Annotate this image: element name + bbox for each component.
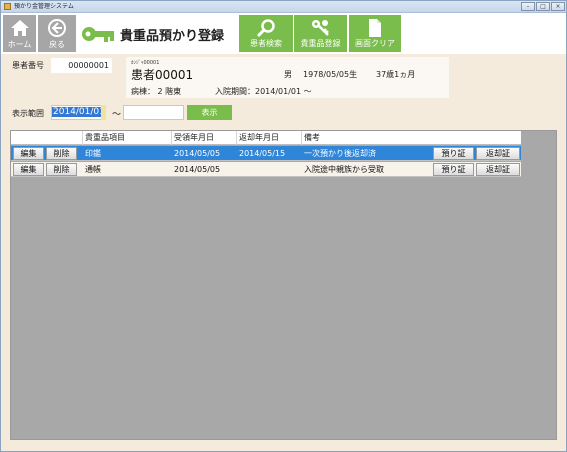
note-cell: 一次預かり後返却済 [304,149,376,158]
back-label: 戻る [49,40,65,49]
received-date-cell: 2014/05/05 [174,149,221,158]
range-separator: ～ [112,110,122,120]
home-button[interactable]: ホーム [3,15,36,52]
returned-date-cell [237,162,302,177]
maximize-button[interactable]: □ [536,2,550,11]
item-cell: 通帳 [85,165,101,174]
receipt-button[interactable]: 預り証 [433,163,474,176]
table-row[interactable]: 編集 削除 通帳 2014/05/05 入院途中親族から受取 預り証 返却証 [11,162,521,177]
date-picker-toggle[interactable] [101,105,106,120]
patient-search-label: 患者検索 [250,39,282,48]
patient-gender: 男 [284,70,292,79]
back-button[interactable]: 戻る [38,15,76,52]
screen-clear-label: 画面クリア [355,39,395,48]
back-arrow-icon [48,19,66,37]
search-icon [256,19,275,38]
header-returned-date: 返却年月日 [237,131,302,145]
patient-id-label: 患者番号 [12,61,44,70]
date-from-value: 2014/01/01 [52,107,106,117]
edit-button[interactable]: 編集 [13,163,44,176]
valuables-register-label: 貴重品登録 [300,39,341,48]
patient-id-field[interactable]: 00000001 [51,58,112,73]
header-note: 備考 [304,133,320,142]
keys-icon [311,20,329,36]
document-icon [369,19,381,37]
edit-button[interactable]: 編集 [13,147,44,160]
delete-button[interactable]: 削除 [46,163,77,176]
delete-button[interactable]: 削除 [46,147,77,160]
return-receipt-button[interactable]: 返却証 [476,163,520,176]
header-received-date: 受領年月日 [172,131,237,145]
item-cell: 印鑑 [85,149,101,158]
home-icon [10,20,29,36]
table-row[interactable]: 編集 削除 印鑑 2014/05/05 2014/05/15 一次預かり後返却済… [11,146,521,161]
receipt-button[interactable]: 預り証 [433,147,474,160]
return-receipt-button[interactable]: 返却証 [476,147,520,160]
valuables-grid[interactable]: 貴重品項目 受領年月日 返却年月日 備考 編集 削除 印鑑 2014/05/05… [10,130,557,440]
header-item: 貴重品項目 [83,131,172,145]
screen-clear-button[interactable]: 画面クリア [349,15,401,52]
date-to-field[interactable] [123,105,184,120]
returned-date-cell: 2014/05/15 [239,149,286,158]
grid-header: 貴重品項目 受領年月日 返却年月日 備考 [11,131,521,145]
patient-search-button[interactable]: 患者検索 [239,15,293,52]
app-icon [4,3,11,10]
admission-period: 入院期間：2014/01/01 ～ [215,87,312,96]
note-cell: 入院途中親族から受取 [304,165,384,174]
header-actions [11,131,83,145]
patient-dob: 1978/05/05生 [303,70,358,79]
minimize-button[interactable]: – [521,2,535,11]
home-label: ホーム [7,40,32,49]
valuables-register-button[interactable]: 貴重品登録 [294,15,347,52]
show-button[interactable]: 表示 [187,105,232,120]
patient-ward: 病棟： 2 階東 [131,87,182,96]
date-from-field[interactable]: 2014/01/01 [51,105,106,120]
patient-age: 37歳1ヵ月 [376,70,416,79]
patient-info-card: ｶﾝｼﾞｬ00001 患者00001 男 1978/05/05生 37歳1ヵ月 … [126,57,449,98]
patient-kana: ｶﾝｼﾞｬ00001 [131,60,160,66]
screen-title: 貴重品預かり登録 [120,29,225,44]
display-range-label: 表示範囲 [12,109,44,118]
key-icon [82,27,114,42]
title-bar: 預かり金管理システム – □ × [1,1,566,13]
window-title: 預かり金管理システム [14,3,74,10]
patient-name: 患者00001 [131,68,194,82]
received-date-cell: 2014/05/05 [174,165,221,174]
app-window: 預かり金管理システム – □ × ホーム 戻る 貴重品預かり登録 患者検索 貴重… [0,0,567,452]
close-button[interactable]: × [551,2,565,11]
toolbar: ホーム 戻る 貴重品預かり登録 患者検索 貴重品登録 画面クリア [1,13,566,54]
screen-title-area: 貴重品預かり登録 [78,15,236,52]
